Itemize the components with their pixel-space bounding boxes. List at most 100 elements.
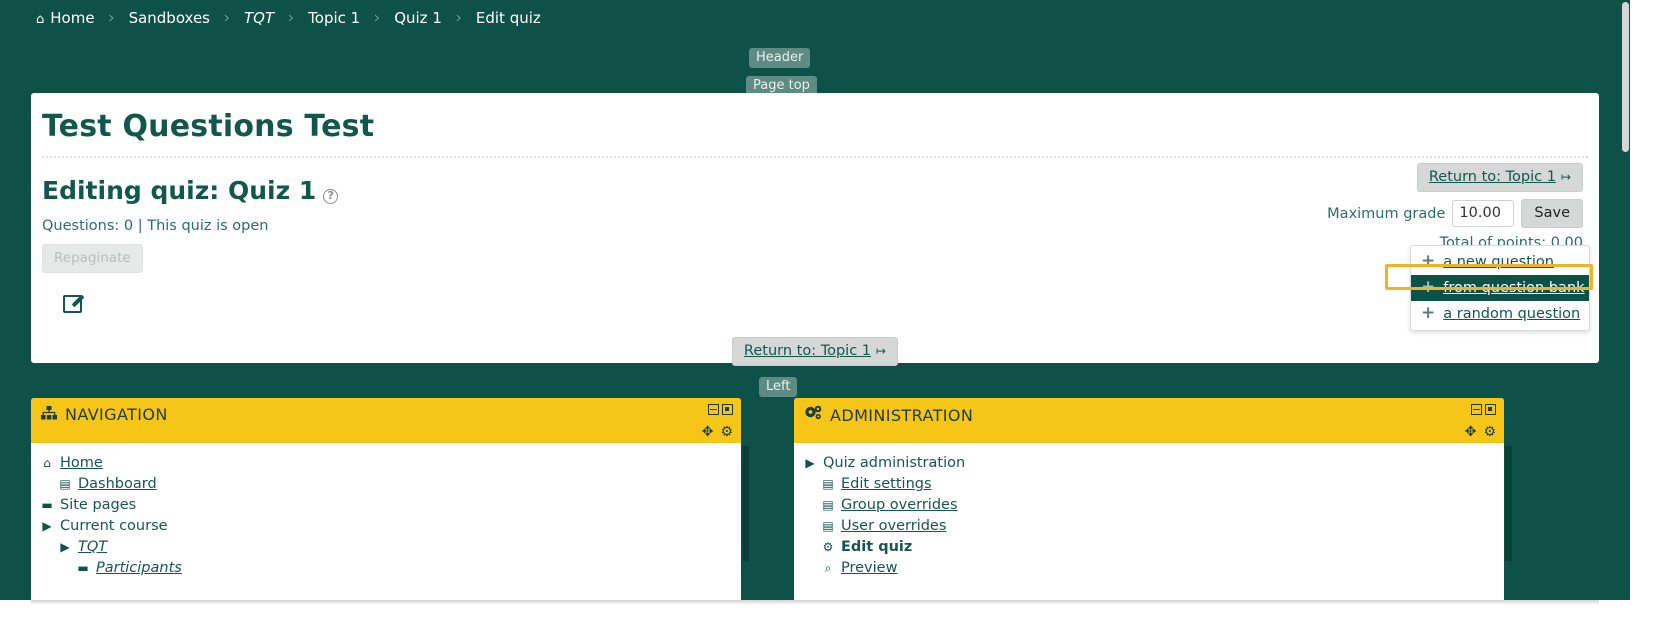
breadcrumb-item-edit-quiz[interactable]: Edit quiz (476, 9, 541, 27)
return-to-topic-top-label: Return to: Topic 1 (1428, 169, 1556, 185)
dock-icon[interactable] (722, 404, 733, 415)
navigation-block-title-row: NAVIGATION (41, 405, 731, 424)
menu-item-from-question-bank[interactable]: + from question bank (1411, 275, 1589, 301)
administration-block-title-row: ADMINISTRATION (804, 405, 1494, 425)
navigation-item-label: Current course (60, 518, 168, 534)
administration-item-label: User overrides (841, 518, 947, 534)
navigation-block-header: NAVIGATION ✥ ⚙ (31, 398, 741, 443)
navigation-block-actions: ✥ ⚙ (702, 424, 733, 440)
administration-block-scrollbar[interactable] (1504, 398, 1513, 600)
menu-item-label: from question bank (1443, 279, 1585, 296)
administration-item-quiz-administration: ▶ Quiz administration (794, 453, 1504, 474)
navigation-item-site-pages: ▬ Site pages (31, 495, 741, 516)
page-bottom-shadow (31, 600, 1599, 605)
navigation-item-label: Participants (96, 560, 182, 576)
administration-block-actions: ✥ ⚙ (1465, 424, 1496, 440)
breadcrumb-item-label: Sandboxes (128, 9, 211, 27)
administration-item-label: Quiz administration (823, 455, 966, 471)
dock-icon[interactable] (1485, 404, 1496, 415)
administration-item-label: Group overrides (841, 497, 958, 513)
plus-icon: + (1421, 303, 1436, 323)
return-arrow-icon-bottom: ↦ (876, 344, 887, 358)
folder-icon: ▬ (41, 498, 53, 512)
breadcrumb-separator: › (455, 8, 463, 28)
navigation-scroll-thumb[interactable] (742, 446, 749, 561)
move-icon[interactable]: ✥ (702, 424, 714, 440)
section-heading-row: Editing quiz: Quiz 1 ? (31, 158, 1599, 205)
navigation-item-label: TQT (78, 539, 108, 555)
navigation-item-dashboard[interactable]: ▤ Dashboard (31, 474, 741, 495)
gear-icon[interactable]: ⚙ (1483, 424, 1496, 440)
administration-block-controls (1471, 404, 1496, 415)
breadcrumb-separator: › (223, 8, 231, 28)
breadcrumb-item-sandboxes[interactable]: Sandboxes (129, 9, 210, 27)
page-title: Test Questions Test (42, 109, 375, 144)
return-to-topic-bottom-label: Return to: Topic 1 (743, 343, 872, 359)
navigation-item-participants[interactable]: ▬ Participants (31, 558, 741, 579)
administration-block-title: ADMINISTRATION (830, 405, 974, 425)
collapse-icon[interactable] (1471, 404, 1482, 415)
block-navigation: NAVIGATION ✥ ⚙ ⌂ Home ▤ Dashboard ▬ Site page… (31, 398, 741, 600)
help-icon[interactable]: ? (323, 189, 339, 204)
breadcrumb-item-label: Quiz 1 (394, 9, 442, 27)
save-button[interactable]: Save (1521, 199, 1583, 228)
administration-block-body: ▶ Quiz administration ▤ Edit settings ▤ Group… (794, 443, 1504, 585)
page-icon: ▤ (822, 498, 834, 512)
maximum-grade-label: Maximum grade (1327, 205, 1446, 222)
gears-icon (804, 405, 822, 425)
administration-item-edit-settings[interactable]: ▤ Edit settings (794, 474, 1504, 495)
edit-icon-wrap (31, 273, 1599, 317)
administration-item-edit-quiz[interactable]: ⚙ Edit quiz (794, 537, 1504, 558)
return-to-topic-top-button[interactable]: Return to: Topic 1 ↦ (1416, 163, 1583, 192)
home-icon: ⌂ (36, 12, 45, 27)
navigation-block-title: NAVIGATION (65, 405, 168, 424)
return-to-topic-top-wrap: Return to: Topic 1 ↦ (1416, 163, 1583, 192)
page-icon: ▤ (59, 477, 71, 491)
administration-item-preview[interactable]: ⌕ Preview (794, 558, 1504, 579)
administration-item-label: Edit settings (841, 476, 932, 492)
breadcrumb-item-tqt[interactable]: TQT (244, 9, 274, 27)
main-content-card: Test Questions Test Editing quiz: Quiz 1… (31, 93, 1599, 366)
home-icon: ⌂ (43, 456, 51, 470)
navigation-block-body: ⌂ Home ▤ Dashboard ▬ Site pages ▶ Current cours… (31, 443, 741, 585)
region-label-header: Header (749, 48, 811, 68)
breadcrumb-item-quiz-1[interactable]: Quiz 1 (394, 9, 442, 27)
breadcrumb-item-label: Home (50, 9, 95, 27)
page-icon: ▤ (822, 519, 834, 533)
edit-pencil-icon[interactable] (63, 295, 82, 313)
breadcrumb-item-topic-1[interactable]: Topic 1 (308, 9, 360, 27)
menu-item-label: a random question (1443, 305, 1581, 322)
administration-item-user-overrides[interactable]: ▤ User overrides (794, 516, 1504, 537)
gear-icon: ⚙ (822, 540, 834, 554)
folder-icon: ▬ (77, 561, 89, 575)
gear-icon[interactable]: ⚙ (720, 424, 733, 440)
screenshot-root: ⌂ Home › Sandboxes › TQT › Topic 1 › Quiz 1 › Edit … (0, 0, 1680, 642)
repaginate-wrap: Repaginate (31, 234, 1599, 273)
return-to-topic-bottom-button[interactable]: Return to: Topic 1 ↦ (731, 337, 899, 366)
navigation-item-tqt[interactable]: ▶ TQT (31, 537, 741, 558)
administration-item-group-overrides[interactable]: ▤ Group overrides (794, 495, 1504, 516)
plus-icon: + (1421, 251, 1436, 271)
collapse-icon[interactable] (708, 404, 719, 415)
page-scroll-thumb[interactable] (1622, 2, 1629, 152)
navigation-item-current-course: ▶ Current course (31, 516, 741, 537)
breadcrumb-separator: › (287, 8, 295, 28)
navigation-block-scrollbar[interactable] (741, 398, 750, 600)
menu-item-a-random-question[interactable]: + a random question (1411, 301, 1589, 327)
menu-item-label: a new question (1443, 253, 1554, 270)
move-icon[interactable]: ✥ (1465, 424, 1477, 440)
breadcrumb-item-label: Topic 1 (308, 9, 361, 27)
administration-scroll-thumb[interactable] (1505, 446, 1512, 561)
breadcrumb-separator: › (373, 8, 381, 28)
breadcrumb-separator: › (108, 8, 115, 28)
maximum-grade-input[interactable] (1452, 200, 1515, 227)
add-question-menu[interactable]: + a new question + from question bank + a ran… (1410, 245, 1590, 331)
repaginate-button[interactable]: Repaginate (42, 244, 143, 273)
menu-item-a-new-question[interactable]: + a new question (1411, 249, 1589, 275)
navigation-block-controls (708, 404, 733, 415)
folder-open-icon: ▶ (42, 519, 52, 533)
navigation-item-home[interactable]: ⌂ Home (31, 453, 741, 474)
page-scrollbar[interactable] (1621, 0, 1630, 600)
breadcrumb-item-label: Edit quiz (475, 9, 541, 27)
breadcrumb-item-home[interactable]: ⌂ Home (36, 9, 95, 27)
